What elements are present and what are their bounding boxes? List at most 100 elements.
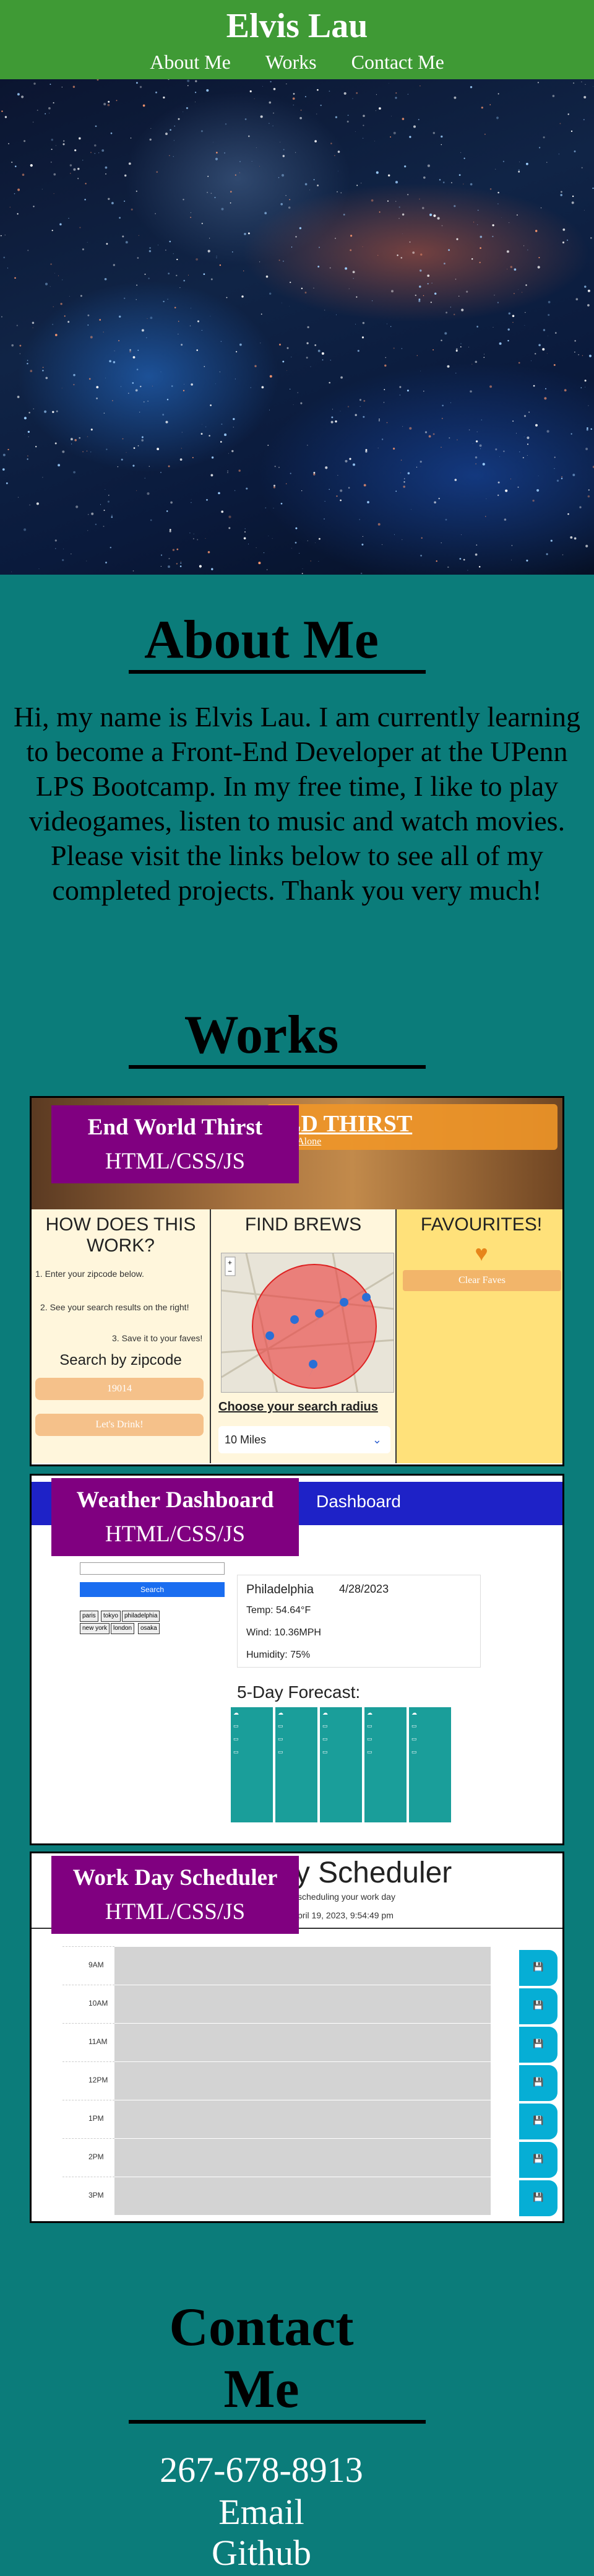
project-label[interactable]: End World Thirst HTML/CSS/JS <box>51 1105 299 1183</box>
star <box>587 289 590 292</box>
star <box>17 213 19 215</box>
star <box>371 199 374 202</box>
star <box>590 237 592 239</box>
star <box>402 426 403 427</box>
star <box>137 349 139 351</box>
star <box>512 315 515 318</box>
star <box>334 155 335 156</box>
star <box>484 133 486 135</box>
star <box>330 420 334 424</box>
star <box>155 213 156 214</box>
star <box>136 368 139 370</box>
preview-how-it-works: HOW DOES THIS WORK? 1. Enter your zipcod… <box>32 1209 211 1463</box>
star <box>293 404 294 405</box>
star <box>592 187 594 189</box>
star <box>179 458 183 461</box>
star <box>183 279 186 282</box>
star <box>85 183 87 185</box>
save-icon: 💾 <box>519 2065 557 2101</box>
star <box>343 214 345 215</box>
star <box>267 445 269 446</box>
star <box>27 250 29 251</box>
nav-link-contact[interactable]: Contact Me <box>351 51 444 74</box>
project-card-end-world-thirst[interactable]: LD THIRST nk Alone End World Thirst HTML… <box>30 1096 564 1466</box>
star <box>497 481 500 484</box>
star <box>582 355 583 356</box>
project-label[interactable]: Work Day Scheduler HTML/CSS/JS <box>51 1856 299 1934</box>
star <box>340 489 343 492</box>
preview-hour-label: 2PM <box>62 2138 114 2177</box>
star <box>403 478 405 479</box>
project-card-weather-dashboard[interactable]: Dashboard Weather Dashboard HTML/CSS/JS … <box>30 1474 564 1845</box>
star <box>499 342 502 345</box>
star <box>447 566 449 568</box>
star <box>17 93 20 96</box>
star <box>94 144 97 147</box>
star <box>293 104 295 106</box>
preview-hour-textarea <box>114 1985 491 2023</box>
star <box>136 299 137 300</box>
star <box>197 320 200 323</box>
star <box>400 459 402 461</box>
star <box>52 324 53 325</box>
star <box>148 277 150 279</box>
star <box>148 466 150 467</box>
star <box>19 344 22 347</box>
star <box>362 321 365 324</box>
star <box>518 362 520 364</box>
star <box>116 100 118 102</box>
star <box>160 554 163 556</box>
star <box>278 176 280 178</box>
star <box>103 103 106 106</box>
preview-radius-select: 10 Miles ⌄ <box>218 1426 390 1453</box>
star <box>225 123 227 125</box>
preview-scheduler-date: pril 19, 2023, 9:54:49 pm <box>298 1910 394 1920</box>
star <box>260 313 262 315</box>
contact-phone[interactable]: 267-678-8913 <box>0 2452 523 2488</box>
star <box>300 109 302 111</box>
nav-link-about[interactable]: About Me <box>150 51 231 74</box>
star <box>434 292 437 295</box>
star <box>475 440 478 443</box>
star <box>444 332 447 335</box>
star <box>162 414 165 416</box>
star <box>105 166 108 169</box>
star <box>166 399 169 401</box>
contact-divider <box>129 2420 426 2424</box>
nav-link-works[interactable]: Works <box>265 51 317 74</box>
star <box>567 513 569 515</box>
star <box>1 110 3 112</box>
star <box>461 534 462 536</box>
star <box>398 218 400 219</box>
star <box>51 139 53 141</box>
star <box>179 565 182 567</box>
star <box>103 412 105 414</box>
star <box>543 136 545 139</box>
star <box>477 209 479 211</box>
star <box>265 507 267 508</box>
save-icon: 💾 <box>519 2104 557 2139</box>
star <box>80 295 82 297</box>
star <box>210 278 213 281</box>
preview-hour-textarea <box>114 2177 491 2215</box>
contact-github-link[interactable]: Github <box>0 2535 523 2571</box>
star <box>244 531 246 533</box>
star <box>350 235 353 237</box>
contact-email-link[interactable]: Email <box>0 2494 523 2530</box>
star <box>475 360 478 363</box>
preview-hour-textarea <box>114 2061 491 2100</box>
star <box>137 445 139 446</box>
star <box>527 443 529 445</box>
star <box>59 223 62 226</box>
star <box>108 494 110 496</box>
star <box>393 131 396 134</box>
star <box>42 367 44 368</box>
star <box>114 350 115 352</box>
project-label[interactable]: Weather Dashboard HTML/CSS/JS <box>51 1478 299 1556</box>
star <box>363 399 366 402</box>
star <box>340 411 341 412</box>
project-card-work-day-scheduler[interactable]: Work Day Scheduler scheduling your work … <box>30 1852 564 2223</box>
star <box>187 79 190 82</box>
star <box>347 115 349 116</box>
star <box>129 349 131 351</box>
